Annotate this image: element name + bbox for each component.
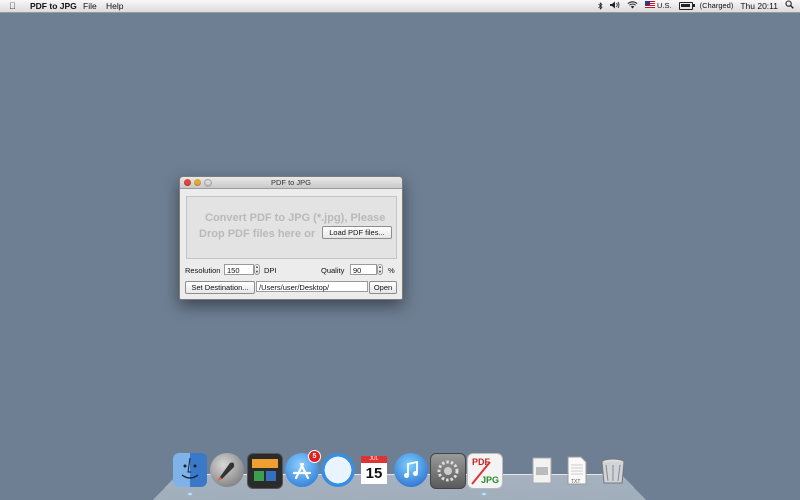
destination-path-field[interactable]: /Users/user/Desktop/ (256, 281, 368, 292)
dock-mission-control[interactable] (247, 453, 283, 489)
wifi-icon[interactable] (627, 0, 638, 12)
calendar-month: JUL (361, 456, 387, 463)
clock[interactable]: Thu 20:11 (740, 0, 778, 12)
apple-menu-icon[interactable]:  (9, 0, 16, 12)
dock-document-stack[interactable]: TXT (560, 453, 594, 487)
txt-label: TXT (571, 479, 581, 485)
quality-stepper[interactable]: ▲ ▼ (377, 264, 383, 275)
input-source-label: U.S. (656, 1, 672, 10)
downloads-stack-icon (525, 453, 559, 487)
update-count-badge: 5 (308, 450, 321, 463)
input-source[interactable]: U.S. (644, 0, 672, 12)
resolution-label: Resolution (185, 266, 221, 275)
menu-extras: U.S. (Charged) Thu 20:11 (598, 0, 794, 12)
pdf-to-jpg-icon: PDF JPG (467, 453, 503, 489)
quality-unit: % (388, 266, 395, 275)
music-note-icon (394, 453, 428, 487)
dock-app-store[interactable]: 5 (285, 450, 321, 487)
pdf-text: PDF (472, 457, 490, 467)
dock-launchpad[interactable] (210, 453, 244, 487)
drop-hint-line1: Convert PDF to JPG (*.jpg), Please (205, 212, 386, 224)
set-destination-button[interactable]: Set Destination... (185, 281, 255, 294)
menu-file[interactable]: File (83, 0, 97, 12)
spotlight-icon[interactable] (785, 0, 794, 12)
gear-icon (430, 453, 466, 489)
running-indicator (482, 493, 486, 495)
quality-label: Quality (321, 266, 345, 275)
document-icon: TXT (560, 453, 594, 487)
us-flag-icon (644, 1, 655, 8)
finder-icon (173, 453, 207, 487)
dock-safari[interactable] (321, 453, 355, 487)
open-button[interactable]: Open (369, 281, 397, 294)
jpg-text: JPG (480, 475, 499, 485)
calendar-day: 15 (361, 463, 387, 484)
dock-trash[interactable] (596, 453, 630, 487)
resolution-stepper[interactable]: ▲ ▼ (254, 264, 260, 275)
resolution-input[interactable]: 150 (224, 264, 254, 275)
title-bar[interactable]: PDF to JPG (180, 177, 402, 189)
running-indicator (188, 493, 192, 495)
dock-calendar[interactable]: JUL 15 (357, 453, 391, 487)
drop-zone[interactable]: Convert PDF to JPG (*.jpg), Please Drop … (186, 196, 397, 259)
dock-system-preferences[interactable] (430, 453, 466, 489)
compass-icon (321, 453, 355, 487)
calendar-icon: JUL 15 (357, 453, 391, 487)
dock-itunes[interactable] (394, 453, 428, 487)
battery-icon[interactable] (678, 2, 695, 10)
menu-help[interactable]: Help (106, 0, 123, 12)
bluetooth-icon[interactable] (598, 2, 603, 10)
drop-hint-line2: Drop PDF files here or (199, 228, 316, 240)
dock-finder[interactable] (173, 453, 207, 487)
battery-status[interactable]: (Charged) (700, 0, 734, 12)
dock-downloads-stack[interactable] (525, 453, 559, 487)
menu-app-name[interactable]: PDF to JPG (30, 0, 77, 12)
dpi-unit: DPI (264, 266, 277, 275)
window-title: PDF to JPG (270, 178, 311, 187)
trash-icon (596, 453, 630, 487)
mission-control-icon (247, 453, 283, 489)
dock-pdf-to-jpg[interactable]: PDF JPG (467, 453, 503, 489)
volume-icon[interactable] (609, 0, 620, 12)
rocket-icon (210, 453, 244, 487)
quality-input[interactable]: 90 (350, 264, 377, 275)
app-window: PDF to JPG Convert PDF to JPG (*.jpg), P… (179, 176, 403, 300)
load-pdf-button[interactable]: Load PDF files... (322, 226, 392, 239)
menu-bar:  PDF to JPG File Help U.S. (Charged) Th… (0, 0, 800, 13)
